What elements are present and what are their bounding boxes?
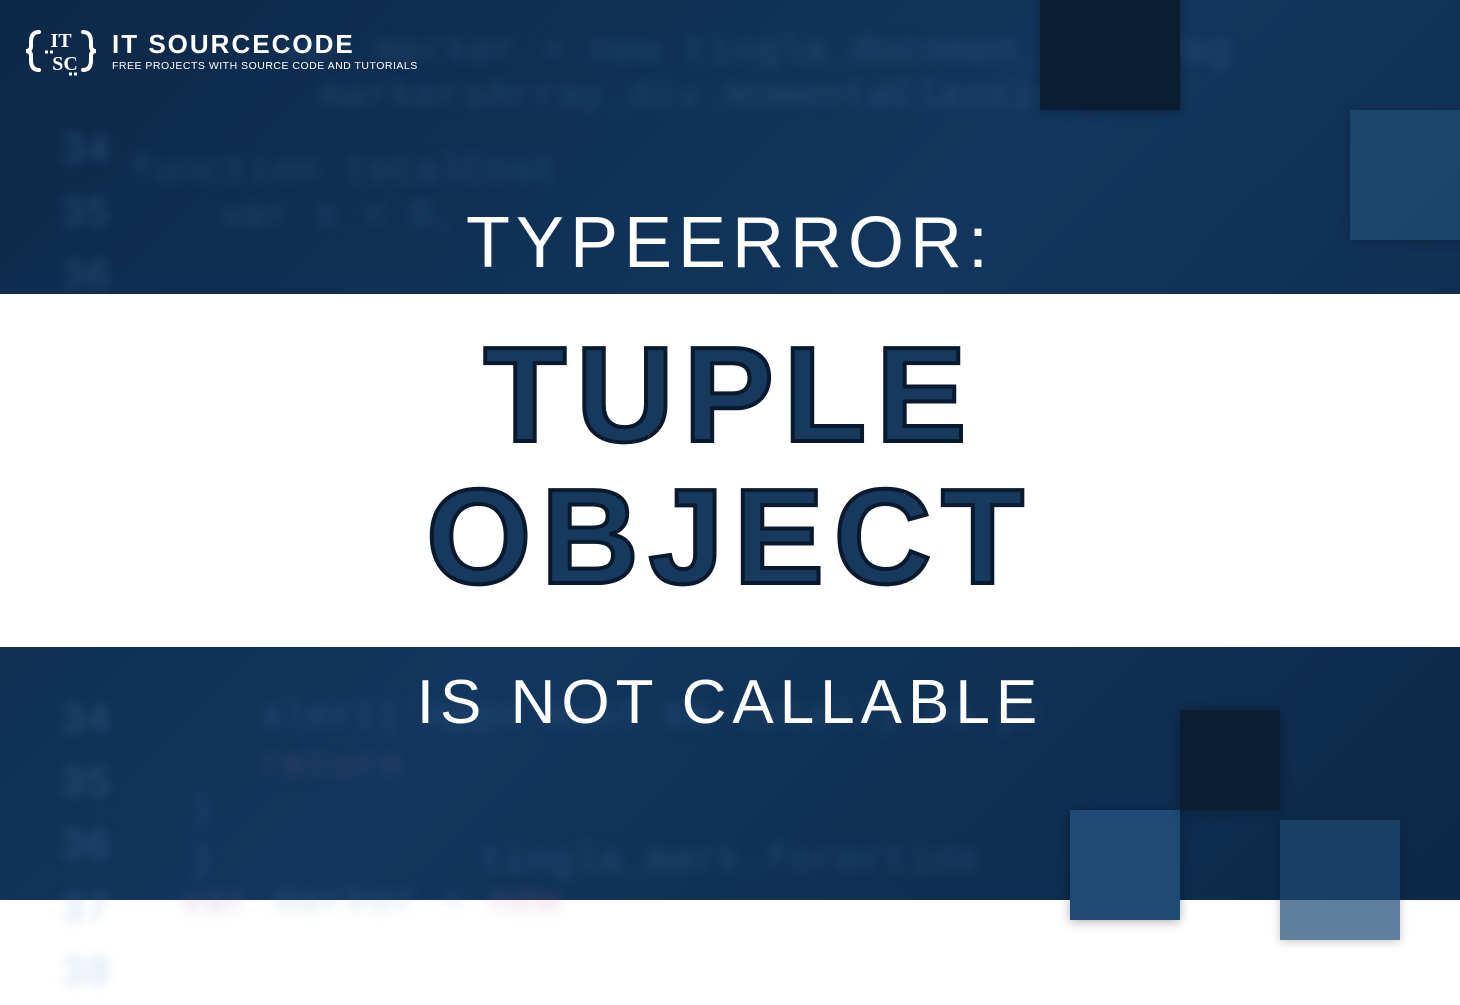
- svg-text:SC: SC: [52, 53, 78, 75]
- logo: IT SC IT SOURCECODE FREE PROJECTS WITH S…: [25, 20, 418, 82]
- svg-text:IT: IT: [50, 30, 72, 52]
- white-band: TUPLE OBJECT: [0, 294, 1460, 648]
- logo-title: IT SOURCECODE: [112, 31, 418, 57]
- main-content: TYPEERROR: TUPLE OBJECT IS NOT CALLABLE: [0, 0, 1460, 900]
- logo-text: IT SOURCECODE FREE PROJECTS WITH SOURCE …: [112, 31, 418, 72]
- heading-top: TYPEERROR:: [466, 202, 994, 284]
- heading-line2: OBJECT: [426, 466, 1034, 608]
- heading-bottom: IS NOT CALLABLE: [417, 667, 1043, 738]
- heading-line1: TUPLE: [484, 324, 977, 466]
- logo-subtitle: FREE PROJECTS WITH SOURCE CODE AND TUTOR…: [112, 60, 418, 72]
- logo-icon: IT SC: [25, 20, 97, 82]
